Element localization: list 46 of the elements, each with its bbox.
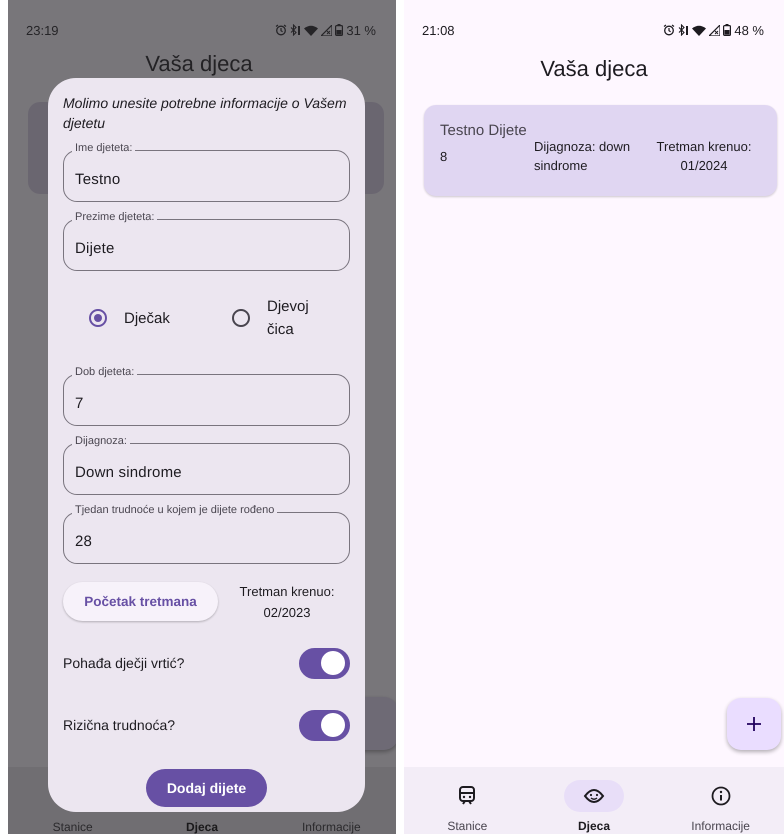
radio-button[interactable] [232,309,250,327]
toggle-switch[interactable] [299,648,350,678]
child-diagnosis: Dijagnoza: down sindrome [534,138,632,175]
treatment-start: Tretman krenuo: 01/2024 [656,138,752,175]
status-time: 21:08 [422,22,455,38]
battery-icon [335,24,344,36]
radio-button[interactable] [89,309,107,327]
radio-label[interactable]: Dječak [124,306,170,330]
nav-label[interactable]: Djeca [578,819,610,833]
train-icon[interactable] [458,786,476,806]
radio-label[interactable]: Djevojčica [267,295,313,341]
nav-label[interactable]: Stanice [447,819,488,833]
wifi-icon [304,24,318,36]
child-card[interactable]: Testno Dijete 8 Dijagnoza: down sindrome Tretman krenuo: 01/2024 [424,105,777,196]
screen-title: Vaša djeca [145,51,253,77]
battery-level: 31 % [346,22,376,38]
child-name: Testno Dijete [440,122,528,139]
screen-title: Vaša djeca [540,56,648,82]
wifi-icon [692,24,706,36]
add-child-button[interactable]: Dodaj dijete [146,769,267,807]
alarm-icon [663,24,676,36]
alarm-icon [275,24,288,36]
field-label: Dijagnoza: [72,435,130,447]
info-icon[interactable] [710,786,731,806]
baby-face-icon[interactable] [582,787,605,805]
field-label: Dob djeteta: [72,366,138,378]
field-label: Prezime djeteta: [72,211,158,223]
start-treatment-button[interactable]: Početak tretmana [63,582,218,621]
dialog-intro: Molimo unesite potrebne informacije o Vašem djetetu [63,94,348,133]
switch-label: Pohađa dječji vrtić? [63,655,184,671]
signal-icon [321,24,332,36]
toggle-switch[interactable] [299,710,350,740]
field-label: Ime djeteta: [72,142,136,154]
treatment-label: Tretman krenuo: [240,584,334,598]
treatment-date: 02/2023 [264,604,310,620]
field-label: Tjedan trudnoće u kojem je dijete rođeno [72,504,278,516]
status-time: 23:19 [26,22,59,38]
bluetooth-icon [678,24,690,36]
plus-icon [747,717,761,731]
switch-label: Rizična trudnoća? [63,717,176,733]
battery-icon [723,24,732,36]
nav-label[interactable]: Informacije [691,819,750,833]
bluetooth-icon [290,24,302,36]
signal-icon [709,24,720,36]
child-age: 8 [440,148,448,164]
battery-level: 48 % [734,22,764,38]
